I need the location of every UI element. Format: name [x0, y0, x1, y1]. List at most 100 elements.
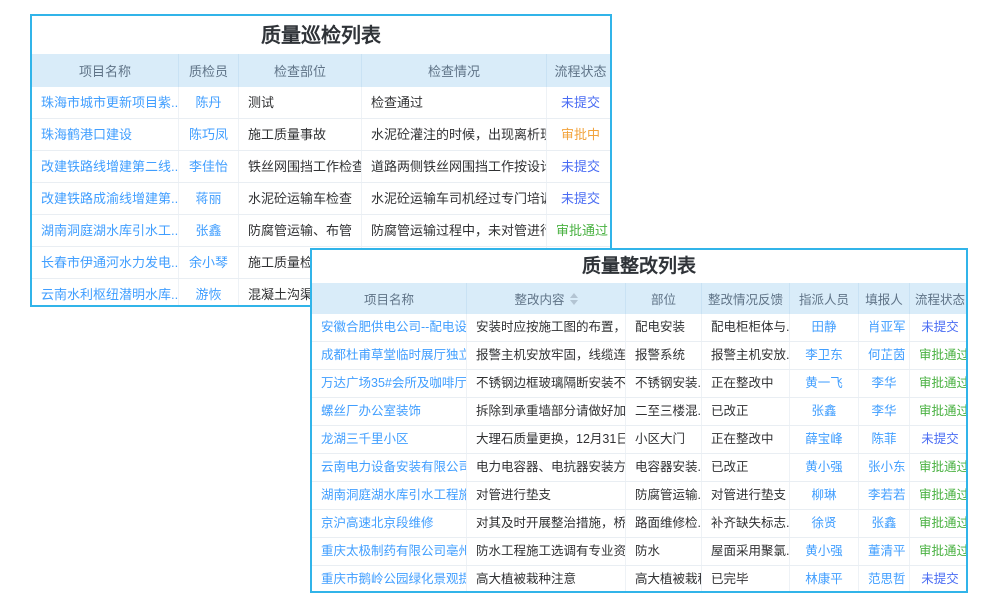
- column-header-4: 流程状态: [547, 54, 612, 87]
- table-cell: 对其及时开展整治措施，桥头...: [467, 510, 626, 537]
- cell-text: 电力电容器、电抗器安装方案,...: [476, 460, 626, 474]
- project-name-link[interactable]: 云南电力设备安装有限公司20...: [321, 460, 467, 474]
- person-link[interactable]: 蒋丽: [195, 191, 221, 206]
- column-header-label: 流程状态: [555, 61, 607, 80]
- cell-text: 配电安装: [635, 320, 685, 334]
- status-text: 审批通过: [919, 516, 968, 530]
- column-header-label: 填报人: [865, 289, 903, 308]
- person-link[interactable]: 黄小强: [805, 460, 843, 474]
- person-link[interactable]: 肖亚军: [868, 320, 906, 334]
- person-link[interactable]: 范思哲: [868, 572, 906, 586]
- person-link[interactable]: 田静: [811, 320, 836, 334]
- project-name-link[interactable]: 云南水利枢纽潜明水库...: [41, 287, 179, 302]
- person-link[interactable]: 柳琳: [811, 488, 836, 502]
- table-cell: 高大植被栽种: [626, 566, 702, 593]
- person-link[interactable]: 陈丹: [195, 95, 221, 110]
- table-cell: 正在整改中: [702, 426, 790, 453]
- status-text: 审批通过: [919, 376, 968, 390]
- project-name-link[interactable]: 改建铁路线增建第二线...: [41, 159, 179, 174]
- person-link[interactable]: 张鑫: [195, 223, 221, 238]
- project-name-link[interactable]: 成都杜甫草堂临时展厅独立展...: [321, 348, 467, 362]
- person-link[interactable]: 陈菲: [871, 432, 896, 446]
- person-link[interactable]: 李卫东: [805, 348, 843, 362]
- person-link[interactable]: 张小东: [868, 460, 906, 474]
- table-cell: 黄一飞: [790, 370, 859, 397]
- person-link[interactable]: 陈巧凤: [189, 127, 228, 142]
- project-name-link[interactable]: 珠海市城市更新项目紫...: [41, 95, 179, 110]
- cell-text: 高大植被栽种: [635, 572, 702, 586]
- table-cell: 张鑫: [790, 398, 859, 425]
- column-header-label: 项目名称: [79, 61, 131, 80]
- project-name-link[interactable]: 长春市伊通河水力发电...: [41, 255, 179, 270]
- table-row: 安徽合肥供电公司--配电设备...安装时应按施工图的布置，将...配电安装配电柜…: [312, 314, 966, 342]
- sort-icons[interactable]: [570, 293, 578, 305]
- status-text: 未提交: [561, 95, 600, 110]
- person-link[interactable]: 徐贤: [811, 516, 836, 530]
- table-cell: 未提交: [910, 426, 968, 453]
- person-link[interactable]: 张鑫: [871, 516, 896, 530]
- person-link[interactable]: 余小琴: [189, 255, 228, 270]
- table-cell: 游恢: [179, 279, 239, 307]
- project-name-link[interactable]: 湖南洞庭湖水库引水工程施工标: [321, 488, 467, 502]
- person-link[interactable]: 黄小强: [805, 544, 843, 558]
- table-cell: 湖南洞庭湖水库引水工...: [32, 215, 179, 246]
- column-header-label: 整改情况反馈: [708, 289, 783, 308]
- table-row: 万达广场35#会所及咖啡厅空...不锈钢边框玻璃隔断安装不牢...不锈钢安装..…: [312, 370, 966, 398]
- cell-text: 路面维修检...: [635, 516, 702, 530]
- person-link[interactable]: 李佳怡: [189, 159, 228, 174]
- person-link[interactable]: 李华: [871, 404, 896, 418]
- table-cell: 李华: [859, 398, 910, 425]
- person-link[interactable]: 董清平: [868, 544, 906, 558]
- cell-text: 大理石质量更换，12月31日之...: [476, 432, 626, 446]
- table-cell: 审批通过: [910, 370, 968, 397]
- person-link[interactable]: 张鑫: [811, 404, 836, 418]
- quality-rectification-table: 质量整改列表 项目名称整改内容部位整改情况反馈指派人员填报人流程状态 安徽合肥供…: [310, 248, 968, 593]
- project-name-link[interactable]: 龙湖三千里小区: [321, 432, 409, 446]
- person-link[interactable]: 游恢: [195, 287, 221, 302]
- person-link[interactable]: 李华: [871, 376, 896, 390]
- project-name-link[interactable]: 万达广场35#会所及咖啡厅空...: [321, 376, 467, 390]
- person-link[interactable]: 薛宝峰: [805, 432, 843, 446]
- table-cell: 张鑫: [859, 510, 910, 537]
- cell-text: 拆除到承重墙部分请做好加固...: [476, 404, 626, 418]
- cell-text: 水泥砼灌注的时候，出现离析现象: [371, 127, 547, 142]
- table-cell: 审批通过: [910, 482, 968, 509]
- column-header-4: 指派人员: [790, 283, 859, 314]
- project-name-link[interactable]: 安徽合肥供电公司--配电设备...: [321, 320, 467, 334]
- project-name-link[interactable]: 湖南洞庭湖水库引水工...: [41, 223, 179, 238]
- table-cell: 京沪高速北京段维修: [312, 510, 467, 537]
- project-name-link[interactable]: 改建铁路成渝线增建第...: [41, 191, 179, 206]
- table-cell: 成都杜甫草堂临时展厅独立展...: [312, 342, 467, 369]
- cell-text: 检查通过: [371, 95, 423, 110]
- status-text: 审批中: [561, 127, 600, 142]
- inspection-table-header-row: 项目名称质检员检查部位检查情况流程状态: [32, 54, 610, 87]
- table-cell: 报警主机安放牢固，线缆连接...: [467, 342, 626, 369]
- table-cell: 检查通过: [362, 87, 547, 118]
- table-cell: 陈巧凤: [179, 119, 239, 150]
- project-name-link[interactable]: 重庆太极制药有限公司亳州中...: [321, 544, 467, 558]
- sort-ascending-icon[interactable]: [570, 293, 578, 298]
- table-cell: 补齐缺失标志...: [702, 510, 790, 537]
- table-cell: 螺丝厂办公室装饰: [312, 398, 467, 425]
- project-name-link[interactable]: 京沪高速北京段维修: [321, 516, 434, 530]
- page: 质量巡检列表 项目名称质检员检查部位检查情况流程状态 珠海市城市更新项目紫...…: [0, 0, 1000, 600]
- column-header-1[interactable]: 整改内容: [467, 283, 626, 314]
- cell-text: 水泥砼运输车检查: [248, 191, 352, 206]
- project-name-link[interactable]: 螺丝厂办公室装饰: [321, 404, 421, 418]
- table-cell: 未提交: [910, 314, 968, 341]
- person-link[interactable]: 黄一飞: [805, 376, 843, 390]
- person-link[interactable]: 何芷茵: [868, 348, 906, 362]
- table-cell: 珠海市城市更新项目紫...: [32, 87, 179, 118]
- table-cell: 报警系统: [626, 342, 702, 369]
- table-row: 龙湖三千里小区大理石质量更换，12月31日之...小区大门正在整改中薛宝峰陈菲未…: [312, 426, 966, 454]
- project-name-link[interactable]: 珠海鹤港口建设: [41, 127, 132, 142]
- sort-descending-icon[interactable]: [570, 300, 578, 305]
- person-link[interactable]: 李若若: [868, 488, 906, 502]
- cell-text: 防腐管运输过程中，未对管进行...: [371, 223, 547, 238]
- table-row: 湖南洞庭湖水库引水工程施工标对管进行垫支防腐管运输...对管进行垫支柳琳李若若审…: [312, 482, 966, 510]
- project-name-link[interactable]: 重庆市鹅岭公园绿化景观提升...: [321, 572, 467, 586]
- cell-text: 防腐管运输...: [635, 488, 702, 502]
- status-text: 未提交: [921, 572, 959, 586]
- person-link[interactable]: 林康平: [805, 572, 843, 586]
- column-header-2: 部位: [626, 283, 702, 314]
